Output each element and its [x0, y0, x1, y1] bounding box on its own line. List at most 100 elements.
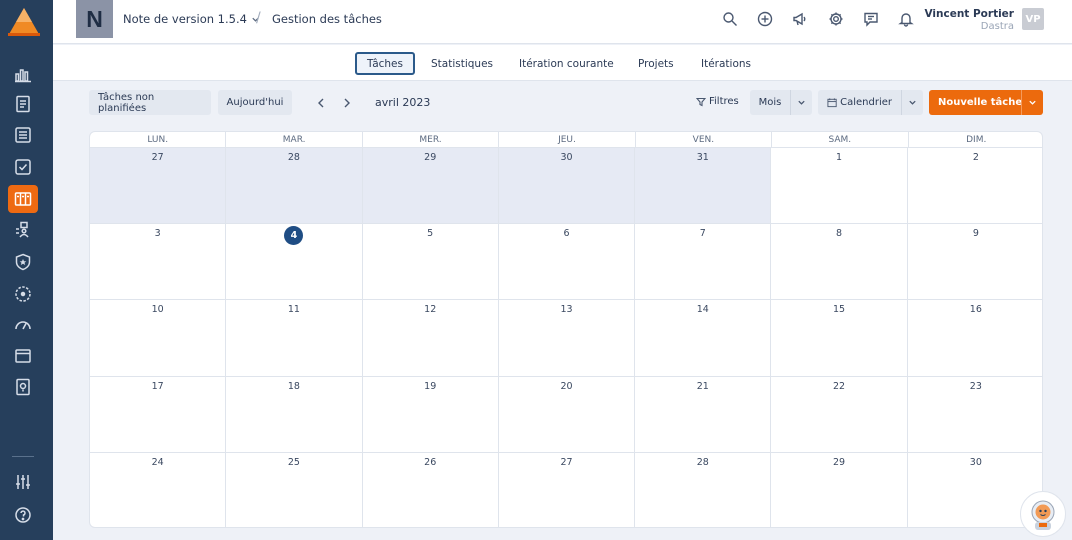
dashboard-chart-icon[interactable] — [8, 60, 38, 88]
calendar-day-cell[interactable]: 5 — [362, 224, 499, 301]
calendar-day-cell[interactable]: 24 — [90, 452, 227, 527]
day-number: 8 — [836, 228, 843, 240]
calendar-day-cell[interactable]: 12 — [362, 300, 499, 377]
calendar-mode-button[interactable]: Calendrier — [818, 90, 901, 115]
day-number: 10 — [151, 304, 164, 316]
settings-sliders-icon[interactable] — [8, 468, 38, 496]
gear-icon[interactable] — [826, 9, 846, 29]
calendar-day-cell[interactable]: 28 — [635, 452, 772, 527]
view-mode-button[interactable]: Mois — [750, 90, 790, 115]
project-badge[interactable]: N — [76, 0, 113, 38]
new-task-label: Nouvelle tâche — [938, 97, 1023, 108]
day-number: 27 — [560, 456, 573, 468]
bell-icon[interactable] — [896, 9, 916, 29]
gauge-icon[interactable] — [8, 311, 38, 339]
next-month-icon[interactable] — [341, 96, 353, 110]
day-number: 24 — [151, 456, 164, 468]
calendar-day-cell[interactable]: 30 — [498, 148, 636, 225]
view-mode-dropdown[interactable] — [790, 90, 812, 115]
calendar-day-cell[interactable]: 7 — [635, 224, 772, 301]
calendar-day-cell[interactable]: 11 — [226, 300, 363, 377]
day-number: 12 — [424, 304, 437, 316]
astronaut-mascot-icon — [1031, 500, 1055, 530]
calendar-mode-dropdown[interactable] — [901, 90, 923, 115]
avatar[interactable]: VP — [1022, 8, 1044, 30]
calendar-day-cell[interactable]: 13 — [498, 300, 636, 377]
calendar-day-cell[interactable]: 25 — [226, 452, 363, 527]
tab-taches[interactable]: Tâches — [355, 52, 415, 75]
calendar-day-cell[interactable]: 19 — [362, 376, 499, 453]
filters-button[interactable]: Filtres — [696, 96, 739, 107]
plus-circle-icon[interactable] — [755, 9, 775, 29]
calendar-mode-label: Calendrier — [840, 97, 892, 108]
day-number: 29 — [424, 152, 437, 163]
today-button[interactable]: Aujourd'hui — [218, 90, 292, 115]
calendar-day-cell[interactable]: 27 — [90, 148, 227, 225]
user-name[interactable]: Vincent Portier — [924, 8, 1014, 20]
calendar-day-cell[interactable]: 28 — [226, 148, 363, 225]
megaphone-icon[interactable] — [790, 9, 810, 29]
calendar-day-cell[interactable]: 18 — [226, 376, 363, 453]
tab-statistiques[interactable]: Statistiques — [421, 52, 503, 75]
calendar-day-cell[interactable]: 1 — [771, 148, 908, 225]
day-number: 23 — [969, 380, 982, 392]
day-number: 28 — [696, 456, 709, 468]
calendar-day-cell[interactable]: 10 — [90, 300, 227, 377]
calendar-day-cell[interactable]: 31 — [635, 148, 772, 225]
calendar-icon — [827, 98, 837, 108]
shield-icon[interactable] — [8, 248, 38, 276]
day-number: 22 — [833, 380, 846, 392]
calendar-day-cell[interactable]: 3 — [90, 224, 227, 301]
day-number: 20 — [560, 380, 573, 392]
calendar-day-cell[interactable]: 27 — [499, 452, 636, 527]
chat-icon[interactable] — [861, 9, 881, 29]
day-number: 18 — [287, 380, 300, 392]
calendar-day-cell[interactable]: 9 — [907, 224, 1042, 301]
calendar-day-cell[interactable]: 22 — [771, 376, 908, 453]
calendar-day-cell[interactable]: 29 — [362, 148, 499, 225]
calendar-day-cell[interactable]: 16 — [907, 300, 1042, 377]
previous-month-icon[interactable] — [315, 96, 327, 110]
document-icon[interactable] — [8, 90, 38, 118]
calendar-day-cell[interactable]: 15 — [771, 300, 908, 377]
new-task-dropdown[interactable] — [1021, 90, 1043, 115]
weekday-label: MER. — [363, 132, 500, 147]
calendar-day-cell[interactable]: 23 — [907, 377, 1042, 453]
organisation-icon[interactable] — [8, 216, 38, 244]
day-number: 30 — [969, 456, 982, 468]
tab-iteration-courante[interactable]: Itération courante — [509, 52, 624, 75]
day-number: 26 — [424, 456, 437, 468]
calendar-day-cell[interactable]: 17 — [90, 376, 227, 453]
chevron-down-icon — [798, 100, 805, 105]
compass-icon[interactable] — [8, 280, 38, 308]
project-selector[interactable]: Note de version 1.5.4 — [123, 12, 260, 26]
calendar-day-cell[interactable]: 8 — [771, 224, 908, 301]
day-number: 5 — [427, 228, 434, 240]
tab-iterations[interactable]: Itérations — [691, 52, 761, 75]
calendar-day-cell[interactable]: 6 — [498, 224, 636, 301]
calendar-day-cell[interactable]: 2 — [907, 148, 1042, 225]
calendar-day-cell[interactable]: 20 — [498, 376, 636, 453]
new-task-button[interactable]: Nouvelle tâche — [929, 90, 1043, 115]
register-list-icon[interactable] — [8, 121, 38, 149]
day-number: 28 — [287, 152, 300, 163]
checklist-icon[interactable] — [8, 153, 38, 181]
calendar-day-today[interactable]: 4 — [226, 224, 363, 301]
app-logo-icon[interactable] — [7, 6, 41, 38]
calendar-day-cell[interactable]: 26 — [363, 452, 499, 527]
month-calendar: LUN. MAR. MER. JEU. VEN. SAM. DIM. 27 28 29 30 31 1… — [89, 131, 1043, 528]
help-circle-icon[interactable] — [8, 501, 38, 529]
help-doc-icon[interactable] — [8, 373, 38, 401]
project-name: Note de version 1.5.4 — [123, 12, 247, 26]
tab-projets[interactable]: Projets — [628, 52, 684, 75]
unplanned-tasks-button[interactable]: Tâches non planifiées — [89, 90, 211, 115]
calendar-day-cell[interactable]: 14 — [635, 300, 772, 377]
folder-icon[interactable] — [8, 342, 38, 370]
assistant-helper-button[interactable] — [1020, 491, 1066, 537]
tasks-board-icon[interactable] — [8, 185, 38, 213]
search-icon[interactable] — [720, 9, 740, 29]
weekday-label: SAM. — [772, 132, 909, 147]
calendar-day-cell[interactable]: 29 — [771, 452, 908, 527]
day-number: 15 — [833, 304, 846, 316]
calendar-day-cell[interactable]: 21 — [635, 376, 772, 453]
